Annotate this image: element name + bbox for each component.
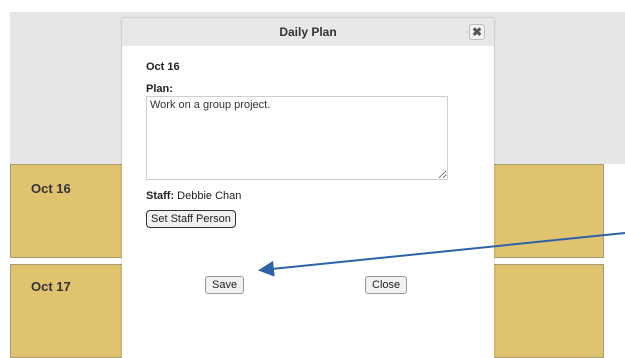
dialog-title: Daily Plan bbox=[279, 25, 337, 39]
plan-label: Plan: bbox=[146, 83, 173, 95]
staff-label: Staff: bbox=[146, 190, 175, 202]
plan-textarea[interactable]: Work on a group project. bbox=[146, 96, 448, 180]
close-button[interactable]: Close bbox=[365, 276, 408, 294]
staff-line: Staff: Debbie Chan bbox=[146, 190, 241, 202]
plan-date: Oct 16 bbox=[146, 61, 180, 73]
save-button[interactable]: Save bbox=[205, 276, 245, 294]
close-icon[interactable]: ✖ bbox=[469, 24, 485, 40]
day-card-label: Oct 16 bbox=[31, 181, 71, 196]
day-card-label: Oct 17 bbox=[31, 279, 71, 294]
daily-plan-dialog: Daily Plan ✖ Oct 16 Plan: Work on a grou… bbox=[122, 18, 494, 358]
staff-name: Debbie Chan bbox=[177, 190, 242, 202]
set-staff-person-button[interactable]: Set Staff Person bbox=[146, 210, 236, 228]
dialog-header: Daily Plan ✖ bbox=[122, 18, 494, 46]
